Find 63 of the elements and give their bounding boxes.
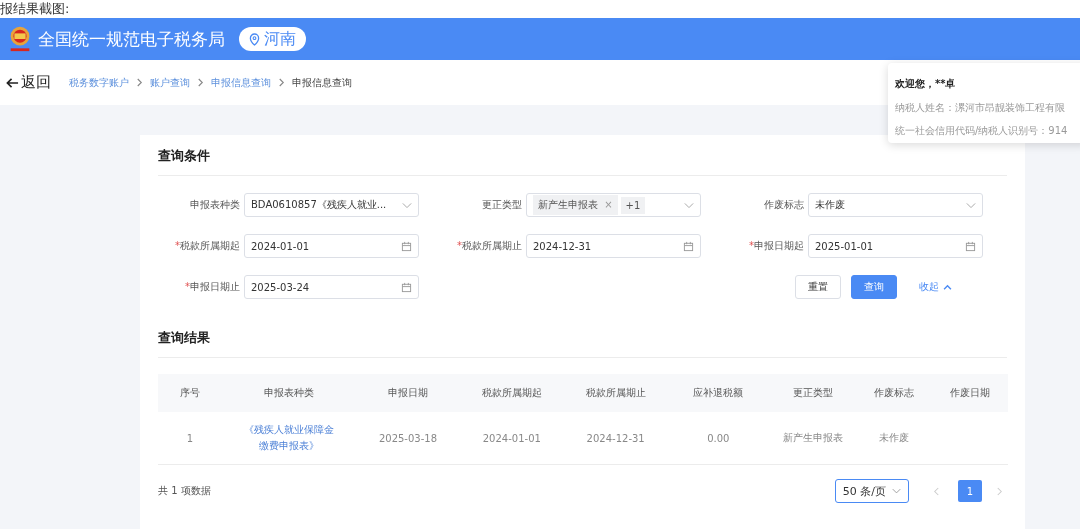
user-info-text: 纳税人姓名：漯河市昂靓装饰工程有限 (895, 101, 1066, 115)
calendar-icon (401, 281, 412, 293)
column-header: 应补退税额 (667, 374, 770, 412)
previous-page-icon[interactable] (933, 486, 940, 496)
chevron-right-icon (197, 78, 204, 87)
column-header: 税款所属期起 (459, 374, 564, 412)
date-field[interactable]: 2025-03-24 (244, 275, 419, 299)
date-field[interactable]: 2024-01-01 (244, 234, 419, 258)
next-page-icon[interactable] (996, 486, 1003, 496)
breadcrumb-link[interactable]: 申报信息查询 (211, 75, 271, 90)
region-button[interactable]: 河南 (239, 27, 306, 51)
greeting-text: 欢迎您，**卓 (895, 77, 957, 91)
section-title: 查询结果 (158, 315, 1007, 358)
date-field[interactable]: 2025-01-01 (808, 234, 983, 258)
chevron-down-icon (684, 201, 694, 209)
location-pin-icon (249, 32, 260, 46)
field-label: 更正类型 (481, 198, 522, 212)
chevron-right-icon (278, 78, 285, 87)
table-cell: 2025-03-18 (356, 412, 460, 465)
breadcrumb-link[interactable]: 税务数字账户 (69, 75, 129, 90)
field-label: 申报表种类 (189, 198, 240, 212)
back-button[interactable]: 返回 (6, 73, 51, 92)
table-cell: 1 (158, 412, 222, 465)
back-arrow-icon (6, 76, 19, 89)
column-header: 申报日期 (356, 374, 460, 412)
column-header: 税款所属期止 (563, 374, 668, 412)
collapse-link[interactable]: 收起 (913, 279, 958, 295)
calendar-icon (401, 240, 412, 252)
field-label: *申报日期起 (748, 239, 804, 253)
column-header: 申报表种类 (221, 374, 357, 412)
breadcrumb-link[interactable]: 账户查询 (150, 75, 190, 90)
chevron-right-icon (136, 78, 143, 87)
chevron-down-icon (892, 488, 901, 494)
field-label: *申报日期止 (184, 280, 240, 294)
column-header: 序号 (158, 374, 222, 412)
field-label: *税款所属期起 (174, 239, 240, 253)
total-count: 共 1 项数据 (158, 484, 211, 498)
calendar-icon (965, 240, 976, 252)
more-tag: +1 (620, 196, 646, 214)
form-link[interactable]: 《残疾人就业保障金缴费申报表》 (243, 422, 334, 454)
reset-button[interactable]: 重置 (795, 275, 841, 299)
page-size-select[interactable]: 50 条/页 (834, 479, 909, 503)
field-label: *税款所属期止 (456, 239, 522, 253)
column-header: 作废标志 (856, 374, 932, 412)
column-header: 更正类型 (769, 374, 857, 412)
table-cell: 2024-01-01 (459, 412, 564, 465)
caption-text: 报结果截图: (0, 0, 1080, 18)
field-label: 作废标志 (763, 198, 804, 212)
select-field[interactable]: 新产生申报表 × +1 (526, 193, 701, 217)
chevron-up-icon (943, 284, 952, 290)
chevron-down-icon (966, 201, 976, 209)
chevron-down-icon (402, 201, 412, 209)
column-header: 作废日期 (931, 374, 1008, 412)
tag-chip: 新产生申报表 × (533, 195, 618, 215)
select-field[interactable]: BDA0610857《残疾人就业... (244, 193, 419, 217)
table-cell: 2024-12-31 (563, 412, 668, 465)
table-cell: 0.00 (667, 412, 770, 465)
calendar-icon (683, 240, 694, 252)
table-cell: 新产生申报表 (769, 412, 857, 465)
site-title: 全国统一规范电子税务局 (38, 27, 225, 51)
select-field[interactable]: 未作废 (808, 193, 983, 217)
table-cell: 未作废 (856, 412, 932, 465)
date-field[interactable]: 2024-12-31 (526, 234, 701, 258)
